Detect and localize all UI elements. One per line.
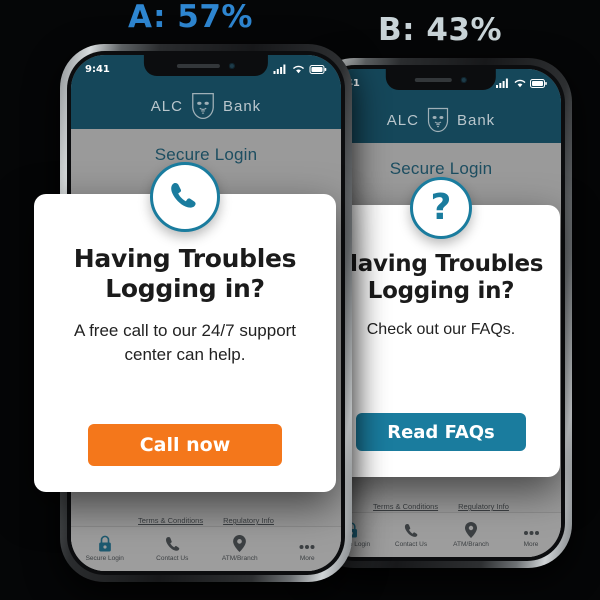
- legal-links-b: Terms & Conditions Regulatory Info: [321, 502, 561, 511]
- tab-label: Secure Login: [85, 555, 124, 562]
- tab-contact-us[interactable]: Contact Us: [139, 536, 207, 562]
- tab-label: More: [523, 541, 539, 548]
- regulatory-link[interactable]: Regulatory Info: [223, 516, 274, 525]
- brand-name-left: ALC: [386, 111, 419, 129]
- status-bar-b: 9:41: [321, 69, 561, 97]
- question-mark-icon: ?: [410, 177, 472, 239]
- variant-a-percentage: A: 57%: [128, 0, 253, 35]
- lion-logo-icon: [192, 92, 214, 120]
- tab-label: Contact Us: [394, 541, 428, 548]
- tab-label: ATM/Branch: [453, 541, 489, 548]
- tab-atm-branch[interactable]: ATM/Branch: [206, 535, 274, 562]
- speaker-grille-icon: [414, 77, 453, 82]
- status-bar-a: 9:41: [71, 55, 341, 83]
- tab-label: Contact Us: [156, 555, 189, 562]
- front-camera-icon: [461, 76, 468, 83]
- battery-icon: [309, 64, 327, 74]
- tab-more[interactable]: More: [274, 536, 342, 562]
- status-indicators: [273, 64, 327, 74]
- tab-more[interactable]: More: [501, 522, 561, 548]
- modal-body-a: A free call to our 24/7 support center c…: [73, 321, 297, 364]
- phone-icon: [165, 536, 180, 552]
- phone-handset-glyph: [171, 183, 196, 208]
- modal-card-variant-a: Having Troubles Logging in? A free call …: [34, 162, 336, 492]
- map-pin-icon: [233, 535, 247, 552]
- cellular-signal-icon: [273, 64, 286, 74]
- lock-icon: [98, 535, 112, 552]
- tab-secure-login[interactable]: Secure Login: [71, 535, 139, 562]
- tab-atm-branch[interactable]: ATM/Branch: [441, 522, 501, 548]
- lion-logo-icon: [427, 107, 449, 133]
- modal-title-line1: Having Troubles: [73, 244, 297, 273]
- cellular-signal-icon: [496, 78, 508, 88]
- wifi-icon: [514, 79, 526, 88]
- brand-header-a: ALC Bank: [71, 83, 341, 129]
- modal-title-b: Having Troubles Logging in?: [329, 251, 553, 305]
- brand-name-right: Bank: [222, 97, 262, 115]
- ellipsis-icon: [523, 522, 540, 538]
- brand-name-left: ALC: [150, 97, 183, 115]
- wifi-icon: [293, 65, 304, 74]
- speaker-grille-icon: [177, 63, 220, 68]
- variant-b-percentage: B: 43%: [378, 12, 503, 48]
- phone-icon: [404, 522, 418, 538]
- map-pin-icon: [465, 522, 477, 538]
- ab-test-comparison: 9:41: [0, 0, 600, 600]
- status-indicators: [496, 78, 547, 88]
- front-camera-icon: [228, 62, 235, 69]
- modal-body-b: Check out our FAQs.: [366, 321, 516, 339]
- modal-title-line2: Logging in?: [105, 273, 265, 303]
- bottom-tab-bar-b: Secure Login Contact Us AT: [321, 512, 561, 557]
- notch-b: [385, 69, 497, 90]
- ellipsis-icon: [298, 536, 316, 552]
- modal-title-line1: Having Troubles: [338, 251, 544, 277]
- call-now-button[interactable]: Call now: [88, 424, 282, 466]
- battery-icon: [530, 78, 547, 88]
- tab-label: More: [299, 555, 315, 562]
- question-mark-glyph: ?: [430, 187, 452, 228]
- tab-label: ATM/Branch: [221, 555, 258, 562]
- bottom-tab-bar-a: Secure Login Contact Us ATM/Branch More: [71, 526, 341, 571]
- phone-handset-icon: [150, 162, 220, 232]
- read-faqs-button[interactable]: Read FAQs: [356, 413, 526, 451]
- tab-contact-us[interactable]: Contact Us: [381, 522, 441, 548]
- regulatory-link[interactable]: Regulatory Info: [458, 502, 509, 511]
- brand-header-b: ALC Bank: [321, 97, 561, 143]
- status-time: 9:41: [85, 63, 110, 75]
- terms-link[interactable]: Terms & Conditions: [373, 502, 438, 511]
- modal-title-a: Having Troubles Logging in?: [64, 244, 306, 303]
- legal-links-a: Terms & Conditions Regulatory Info: [71, 516, 341, 525]
- page-title: Secure Login: [389, 159, 493, 178]
- page-title: Secure Login: [154, 145, 258, 164]
- brand-name-right: Bank: [456, 111, 496, 129]
- modal-title-line2: Logging in?: [367, 278, 515, 305]
- modal-card-variant-b: ? Having Troubles Logging in? Check out …: [322, 177, 560, 477]
- notch-a: [143, 55, 269, 76]
- terms-link[interactable]: Terms & Conditions: [138, 516, 203, 525]
